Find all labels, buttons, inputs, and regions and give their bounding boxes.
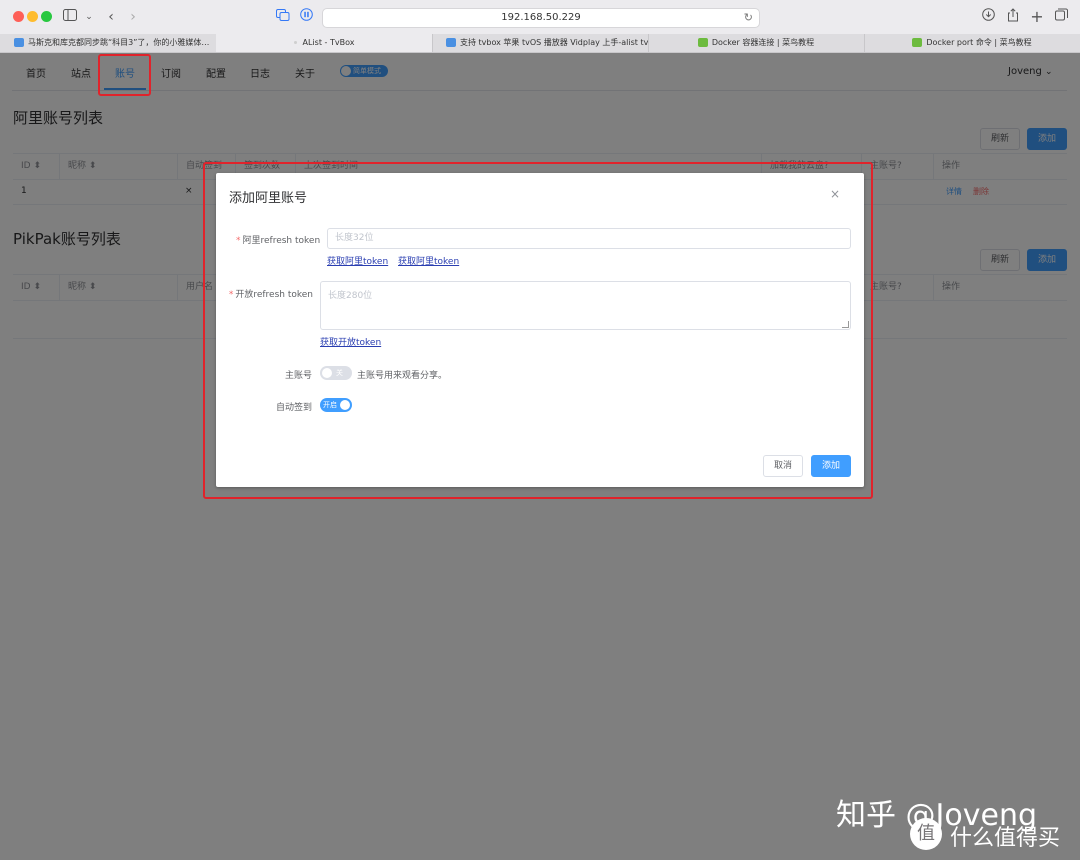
open-token-textarea[interactable]: 长度280位 <box>320 281 851 330</box>
close-window-button[interactable] <box>13 11 24 22</box>
auto-sign-switch[interactable]: 开启 <box>320 398 352 412</box>
browser-toolbar: ⌄ ‹ › 192.168.50.229 ↻ + <box>0 0 1080 34</box>
add-ali-account-dialog: 添加阿里账号 × * 阿里refresh token 长度32位 获取阿里toke… <box>216 173 864 487</box>
tab-label: 支持 tvbox 苹果 tvOS 播放器 Vidplay 上手-alist tv… <box>460 38 649 47</box>
sidebar-icon[interactable] <box>62 8 78 26</box>
open-token-placeholder: 长度280位 <box>328 291 373 301</box>
auto-sign-label: 自动签到 <box>275 403 312 413</box>
main-account-switch[interactable]: 关 <box>320 366 352 380</box>
reload-icon[interactable]: ↻ <box>744 9 753 27</box>
smzdm-logo-icon: 值 <box>910 818 942 850</box>
tab-favicon-icon <box>446 38 456 47</box>
download-icon[interactable] <box>980 8 996 26</box>
tab-strip: 马斯克和库克都同步跳“科目3”了，你的小雅媒体… AList - TvBox 支… <box>0 34 1080 53</box>
forward-icon[interactable]: › <box>126 8 140 26</box>
browser-tab[interactable]: Docker 容器连接 | 菜鸟教程 <box>648 34 865 52</box>
nav-highlight-box <box>98 54 151 96</box>
get-ali-token-link-2[interactable]: 获取阿里token <box>398 254 459 267</box>
tabs-icon[interactable] <box>1053 8 1069 26</box>
get-open-token-link[interactable]: 获取开放token <box>320 335 381 348</box>
back-icon[interactable]: ‹ <box>104 8 118 26</box>
required-mark: * <box>236 236 241 246</box>
browser-tab[interactable]: 支持 tvbox 苹果 tvOS 播放器 Vidplay 上手-alist tv… <box>432 34 649 52</box>
tab-label: Docker 容器连接 | 菜鸟教程 <box>711 38 815 47</box>
browser-tab-active[interactable]: AList - TvBox <box>216 34 433 52</box>
switch-knob <box>340 400 350 410</box>
browser-tab[interactable]: 马斯克和库克都同步跳“科目3”了，你的小雅媒体… <box>0 34 217 52</box>
zoom-window-button[interactable] <box>41 11 52 22</box>
tab-favicon-icon <box>293 41 297 44</box>
tab-label: 马斯克和库克都同步跳“科目3”了，你的小雅媒体… <box>28 38 210 47</box>
open-token-label: * 开放refresh token <box>228 290 313 300</box>
browser-tab[interactable]: Docker port 命令 | 菜鸟教程 <box>864 34 1080 52</box>
minimize-window-button[interactable] <box>27 11 38 22</box>
main-account-label: 主账号 <box>284 371 312 381</box>
tab-label: AList - TvBox <box>302 38 355 47</box>
dialog-title: 添加阿里账号 <box>229 191 308 206</box>
dialog-add-button[interactable]: 添加 <box>811 455 851 477</box>
new-tab-icon[interactable]: + <box>1029 8 1045 26</box>
tab-favicon-icon <box>14 38 24 47</box>
tab-favicon-icon <box>912 38 923 47</box>
tab-overview-icon[interactable] <box>275 8 291 26</box>
close-icon[interactable]: × <box>830 187 840 201</box>
tab-favicon-icon <box>697 38 708 47</box>
resize-handle[interactable] <box>842 321 849 328</box>
ali-token-input[interactable]: 长度32位 <box>327 228 851 249</box>
switch-text: 开启 <box>323 401 337 409</box>
main-account-helper: 主账号用来观看分享。 <box>357 371 448 381</box>
url-text: 192.168.50.229 <box>501 12 581 23</box>
address-bar[interactable]: 192.168.50.229 ↻ <box>322 8 760 28</box>
get-ali-token-link[interactable]: 获取阿里token <box>327 254 388 267</box>
tab-label: Docker port 命令 | 菜鸟教程 <box>926 38 1032 47</box>
chevron-down-icon[interactable]: ⌄ <box>84 8 94 26</box>
switch-text: 关 <box>336 369 343 377</box>
ali-token-label: * 阿里refresh token <box>236 236 321 246</box>
share-icon[interactable] <box>1005 8 1021 26</box>
pause-icon[interactable] <box>298 8 314 26</box>
cancel-button[interactable]: 取消 <box>763 455 803 477</box>
required-mark: * <box>228 290 234 300</box>
smzdm-watermark: 什么值得买 <box>950 826 1061 851</box>
switch-knob <box>322 368 332 378</box>
